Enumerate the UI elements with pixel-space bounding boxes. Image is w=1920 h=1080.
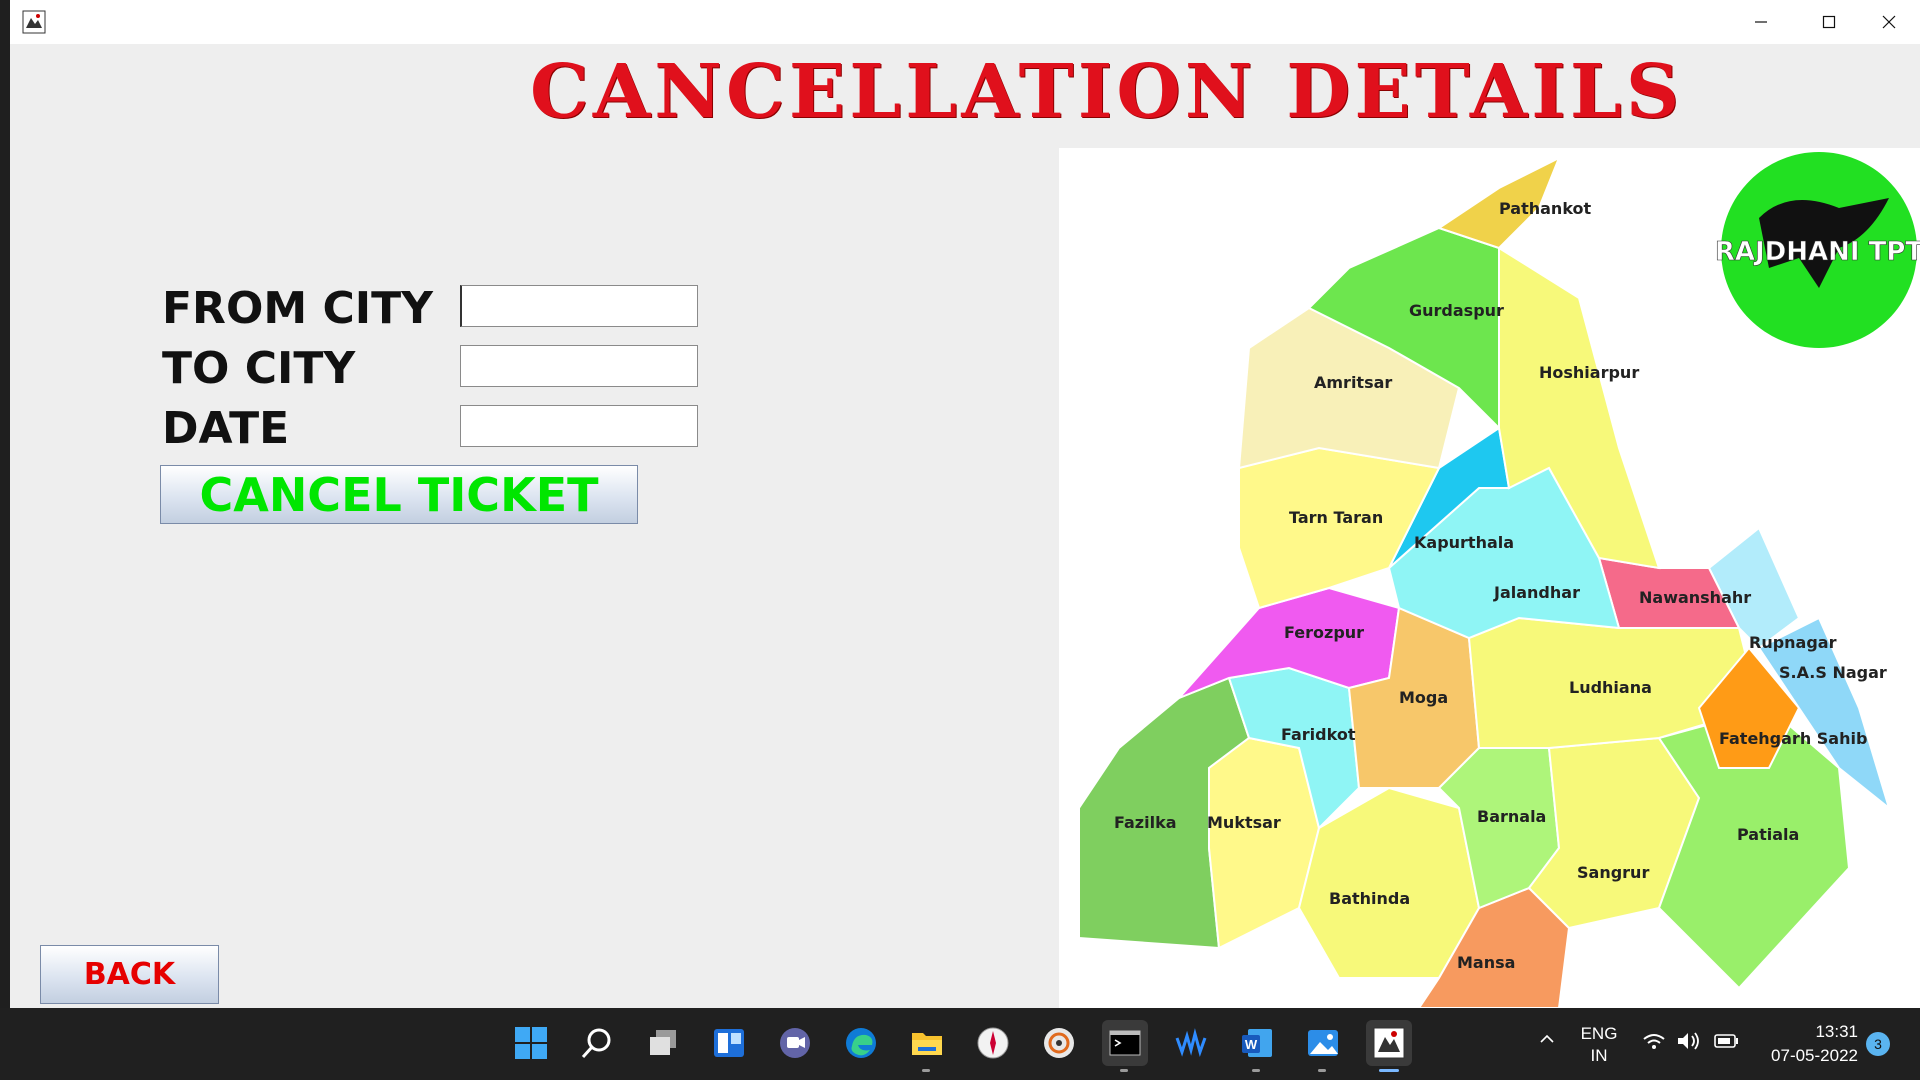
date-label: DATE	[162, 403, 290, 454]
media-app-button[interactable]	[1036, 1020, 1082, 1066]
edge-icon	[846, 1028, 876, 1058]
word-icon: W	[1242, 1029, 1272, 1057]
language-secondary: IN	[1590, 1046, 1608, 1065]
battery-button[interactable]	[1714, 1033, 1740, 1053]
minimize-button[interactable]	[1732, 6, 1790, 38]
widgets-button[interactable]	[706, 1020, 752, 1066]
label-hoshiarpur: Hoshiarpur	[1539, 363, 1639, 382]
app-window: CANCELLATION DETAILS FROM CITY TO CITY D…	[10, 0, 1920, 1008]
label-amritsar: Amritsar	[1314, 373, 1392, 392]
audio-app-button[interactable]	[1168, 1020, 1214, 1066]
search-icon	[581, 1028, 611, 1059]
label-moga: Moga	[1399, 688, 1448, 707]
task-view-button[interactable]	[640, 1020, 686, 1066]
volume-button[interactable]	[1676, 1030, 1702, 1056]
close-icon	[1882, 15, 1896, 29]
label-sas-nagar: S.A.S Nagar	[1779, 663, 1887, 682]
label-ludhiana: Ludhiana	[1569, 678, 1652, 697]
punjab-map-image: Pathankot Gurdaspur Hoshiarpur Amritsar …	[1059, 148, 1920, 1008]
from-city-field[interactable]	[460, 285, 698, 327]
file-explorer-icon	[912, 1033, 942, 1055]
label-tarn-taran: Tarn Taran	[1289, 508, 1383, 527]
label-bathinda: Bathinda	[1329, 889, 1410, 908]
java-app-icon	[1373, 1027, 1405, 1059]
title-bar	[10, 0, 1920, 44]
district-muktsar	[1208, 736, 1321, 950]
media-app-icon	[1044, 1028, 1074, 1058]
java-app-icon	[22, 10, 46, 34]
label-muktsar: Muktsar	[1207, 813, 1281, 832]
maximize-button[interactable]	[1800, 6, 1858, 38]
minimize-icon	[1755, 21, 1767, 23]
label-faridkot: Faridkot	[1281, 725, 1356, 744]
svg-text:W: W	[1245, 1037, 1258, 1052]
terminal-icon	[1109, 1030, 1141, 1056]
label-fazilka: Fazilka	[1114, 813, 1177, 832]
language-primary: ENG	[1580, 1024, 1618, 1043]
file-explorer-button[interactable]	[904, 1020, 950, 1072]
label-barnala: Barnala	[1477, 807, 1546, 826]
tray-overflow-button[interactable]	[1538, 1030, 1556, 1052]
photos-icon	[1308, 1030, 1338, 1056]
rajdhani-logo: RAJDHANI TPT	[1715, 152, 1920, 348]
edge-button[interactable]	[838, 1020, 884, 1066]
label-kapurthala: Kapurthala	[1414, 533, 1514, 552]
label-mansa: Mansa	[1457, 953, 1515, 972]
label-patiala: Patiala	[1737, 825, 1799, 844]
maximize-icon	[1822, 15, 1836, 29]
cancel-ticket-button[interactable]: CANCEL TICKET	[160, 465, 638, 524]
label-gurdaspur: Gurdaspur	[1409, 301, 1504, 320]
back-button[interactable]: BACK	[40, 945, 219, 1004]
compass-app-button[interactable]	[970, 1020, 1016, 1066]
word-button[interactable]: W	[1234, 1020, 1280, 1072]
audio-app-icon	[1175, 1028, 1207, 1057]
photos-button[interactable]	[1300, 1020, 1346, 1072]
volume-icon	[1678, 1032, 1699, 1050]
label-fatehgarh: Fatehgarh Sahib	[1719, 729, 1867, 748]
language-indicator[interactable]: ENG IN	[1576, 1024, 1622, 1066]
label-nawanshahr: Nawanshahr	[1639, 588, 1751, 607]
to-city-field[interactable]	[460, 345, 698, 387]
district-map: Pathankot Gurdaspur Hoshiarpur Amritsar …	[1078, 152, 1920, 1008]
chevron-up-icon	[1540, 1034, 1554, 1043]
label-pathankot: Pathankot	[1499, 199, 1592, 218]
from-city-label: FROM CITY	[162, 283, 433, 334]
clock-time: 13:31	[1815, 1022, 1858, 1041]
label-ferozpur: Ferozpur	[1284, 623, 1364, 642]
logo-text: RAJDHANI TPT	[1715, 237, 1920, 267]
widgets-icon	[714, 1029, 744, 1057]
clock[interactable]: 13:31 07-05-2022	[1748, 1022, 1858, 1066]
clock-date: 07-05-2022	[1771, 1046, 1858, 1065]
task-view-icon	[650, 1030, 676, 1055]
label-jalandhar: Jalandhar	[1493, 583, 1580, 602]
chat-icon	[780, 1028, 810, 1058]
notification-badge[interactable]: 3	[1866, 1032, 1890, 1056]
chat-button[interactable]	[772, 1020, 818, 1066]
wifi-button[interactable]	[1642, 1032, 1666, 1056]
to-city-label: TO CITY	[162, 343, 356, 394]
search-button[interactable]	[574, 1020, 620, 1066]
label-rupnagar: Rupnagar	[1749, 633, 1837, 652]
label-sangrur: Sangrur	[1577, 863, 1649, 882]
start-button[interactable]	[508, 1020, 554, 1066]
page-title: CANCELLATION DETAILS	[530, 49, 1684, 135]
terminal-button[interactable]	[1102, 1020, 1148, 1072]
java-app-button[interactable]	[1366, 1020, 1412, 1072]
date-field[interactable]	[460, 405, 698, 447]
start-icon	[515, 1027, 547, 1059]
compass-app-icon	[977, 1027, 1009, 1059]
wifi-icon	[1643, 1034, 1665, 1049]
battery-icon	[1714, 1034, 1738, 1048]
close-button[interactable]	[1860, 6, 1918, 38]
taskbar: W ENG IN 13:31 07-05-2022 3	[0, 1008, 1920, 1080]
